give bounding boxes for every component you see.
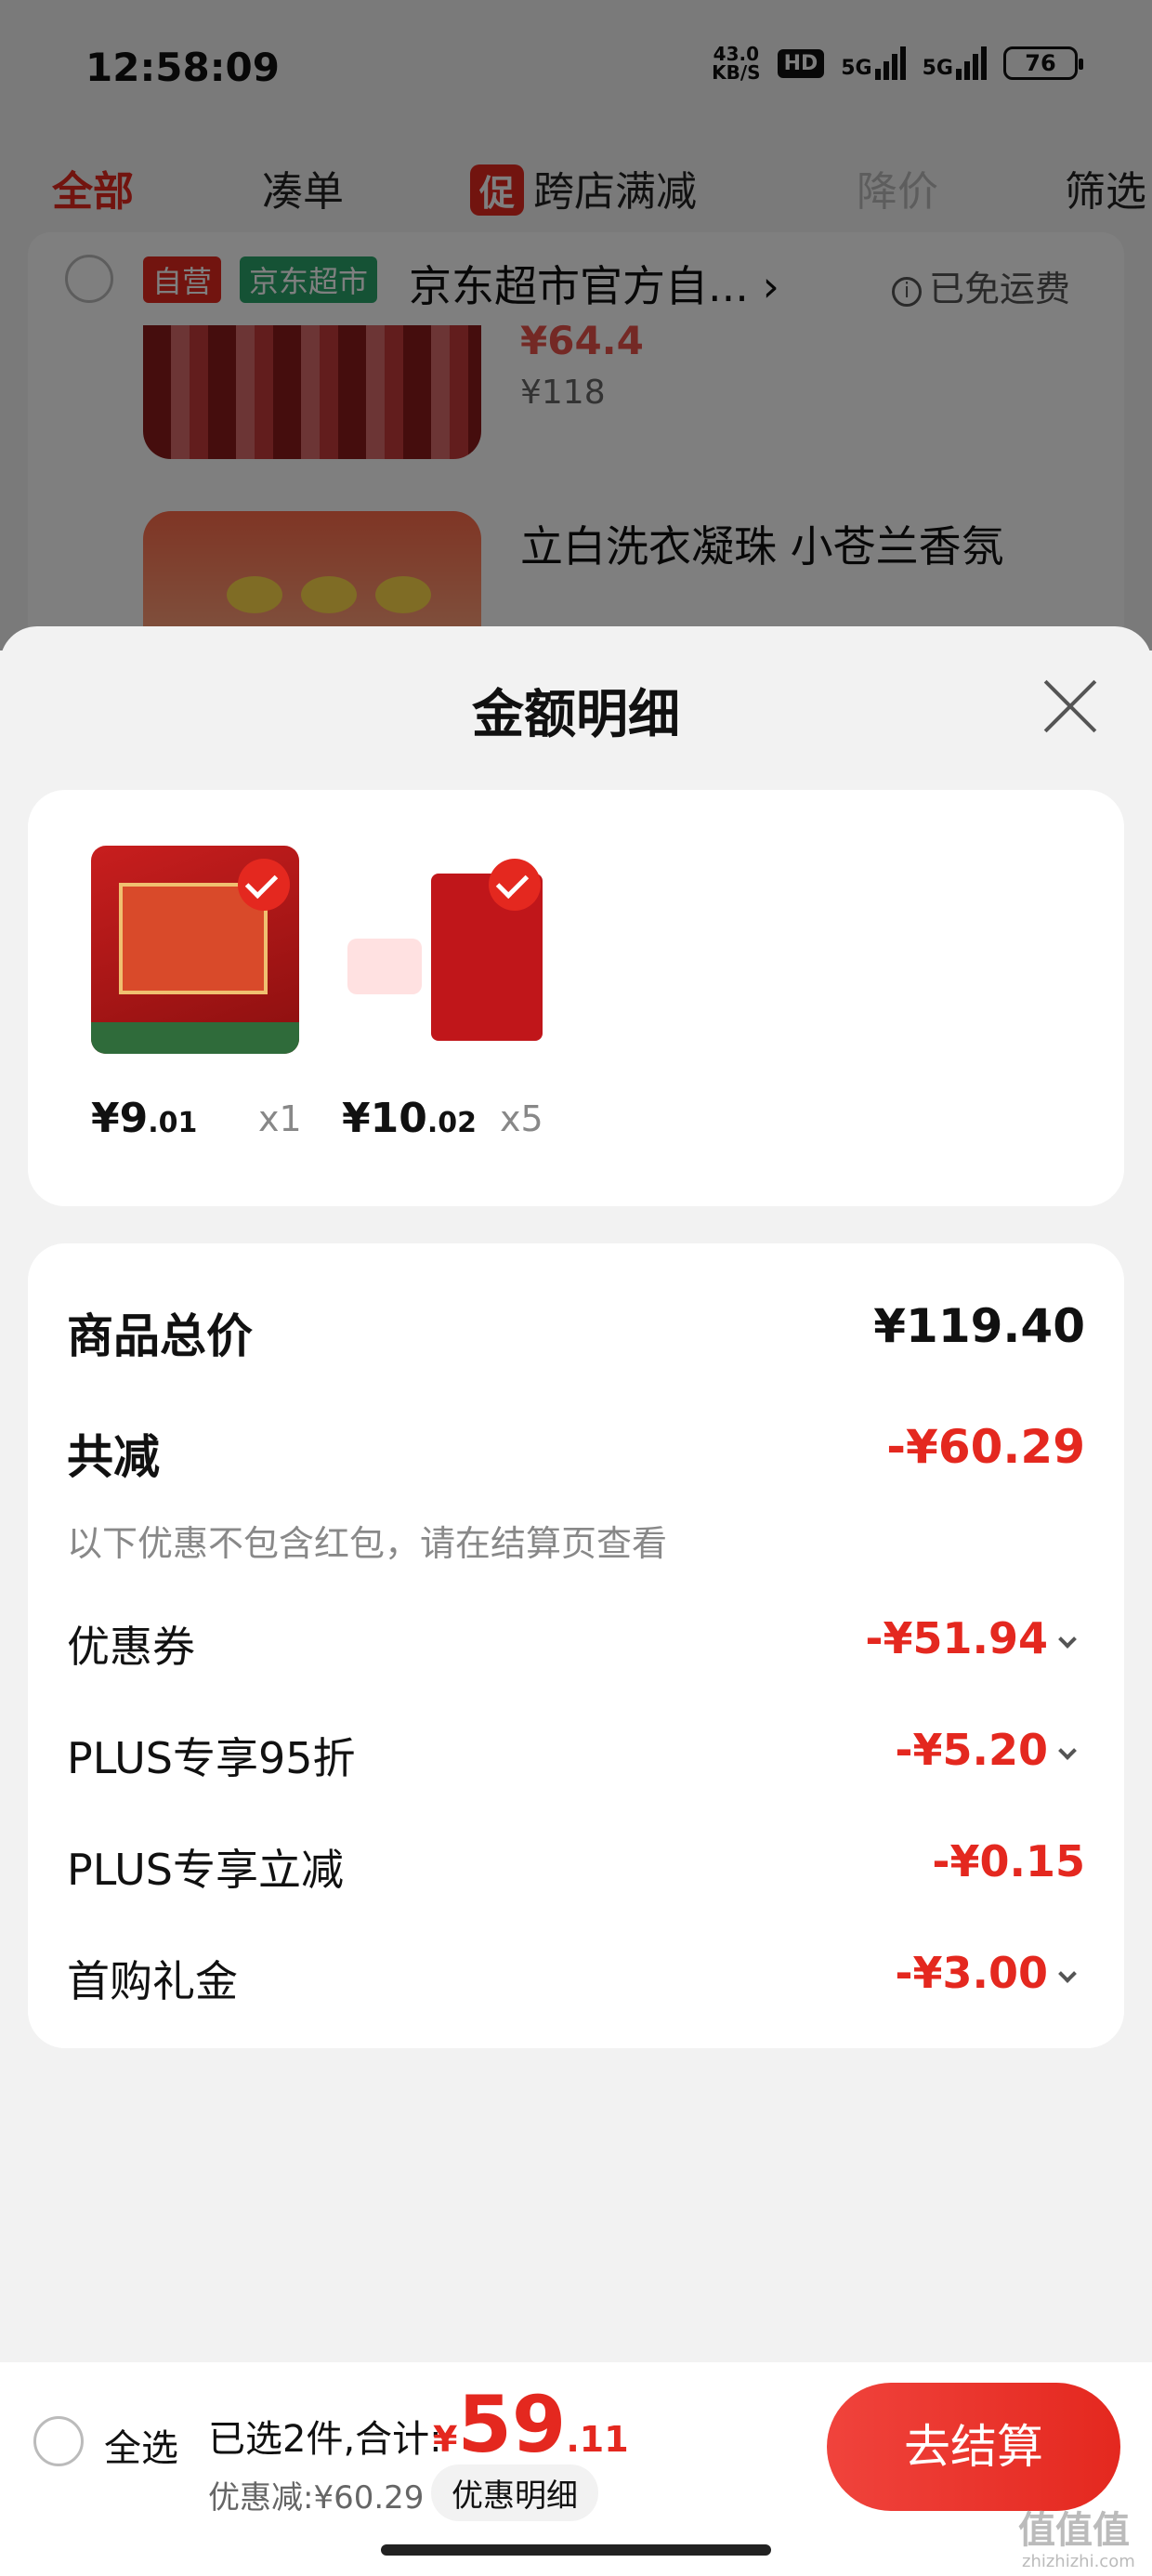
selected-item-peanut[interactable] bbox=[91, 846, 299, 1054]
total-amount: ¥59.11 bbox=[433, 2379, 629, 2470]
product-thumbnail bbox=[342, 846, 550, 1054]
home-indicator[interactable] bbox=[381, 2544, 771, 2556]
check-icon bbox=[238, 859, 290, 911]
coupon-value: -¥51.94 bbox=[865, 1613, 1077, 1663]
item-price: ¥10.02 bbox=[342, 1095, 478, 1142]
watermark-url: zhizhizhi.com bbox=[1022, 2552, 1135, 2571]
chevron-down-icon bbox=[1058, 1965, 1077, 1983]
discount-detail-button[interactable]: 优惠明细 bbox=[431, 2464, 598, 2521]
plus95-label: PLUS专享95折 bbox=[67, 1733, 356, 1783]
amount-detail-sheet: 金额明细 ¥9.01 x1 ¥10.02 x5 商品总价 ¥119.40 共减 … bbox=[0, 626, 1152, 2362]
plus95-row[interactable]: PLUS专享95折 -¥5.20 bbox=[67, 1725, 1085, 1790]
selected-items-card: ¥9.01 x1 ¥10.02 x5 bbox=[28, 790, 1124, 1206]
watermark-logo: 值值值 bbox=[1018, 2509, 1130, 2552]
dim-overlay[interactable] bbox=[0, 0, 1152, 651]
item-quantity: x1 bbox=[258, 1098, 302, 1139]
plus-instant-value: -¥0.15 bbox=[932, 1836, 1085, 1886]
first-buy-value: -¥3.00 bbox=[895, 1948, 1077, 1998]
select-all-radio[interactable] bbox=[33, 2416, 84, 2466]
select-all-label[interactable]: 全选 bbox=[104, 2418, 178, 2472]
total-reduce-row: 共减 -¥60.29 bbox=[67, 1420, 1085, 1485]
product-thumbnail bbox=[91, 846, 299, 1054]
plus-instant-label: PLUS专享立减 bbox=[67, 1845, 344, 1895]
chevron-down-icon bbox=[1058, 1741, 1077, 1760]
selected-item-hotpot[interactable] bbox=[342, 846, 550, 1054]
check-icon bbox=[489, 859, 541, 911]
sheet-title: 金额明细 bbox=[472, 685, 680, 745]
total-price-label: 商品总价 bbox=[67, 1309, 253, 1363]
chevron-down-icon bbox=[1058, 1630, 1077, 1649]
coupon-row[interactable]: 优惠券 -¥51.94 bbox=[67, 1613, 1085, 1678]
item-price: ¥9.01 bbox=[91, 1095, 198, 1142]
close-icon[interactable] bbox=[1041, 677, 1100, 736]
total-price-value: ¥119.40 bbox=[873, 1299, 1085, 1353]
coupon-label: 优惠券 bbox=[67, 1622, 195, 1672]
first-buy-row[interactable]: 首购礼金 -¥3.00 bbox=[67, 1948, 1085, 2013]
plus95-value: -¥5.20 bbox=[895, 1725, 1077, 1775]
total-price-row: 商品总价 ¥119.40 bbox=[67, 1299, 1085, 1364]
selected-count: 已选2件,合计: bbox=[208, 2418, 442, 2461]
total-reduce-label: 共减 bbox=[67, 1430, 160, 1484]
discount-amount: 优惠减:¥60.29 bbox=[208, 2479, 425, 2517]
first-buy-label: 首购礼金 bbox=[67, 1956, 238, 2006]
item-quantity: x5 bbox=[500, 1098, 543, 1139]
plus-instant-row: PLUS专享立减 -¥0.15 bbox=[67, 1836, 1085, 1901]
discount-note: 以下优惠不包含红包，请在结算页查看 bbox=[67, 1523, 668, 1564]
price-summary-card: 商品总价 ¥119.40 共减 -¥60.29 以下优惠不包含红包，请在结算页查… bbox=[28, 1243, 1124, 2048]
checkout-button[interactable]: 去结算 bbox=[827, 2383, 1120, 2511]
total-reduce-value: -¥60.29 bbox=[886, 1420, 1085, 1474]
